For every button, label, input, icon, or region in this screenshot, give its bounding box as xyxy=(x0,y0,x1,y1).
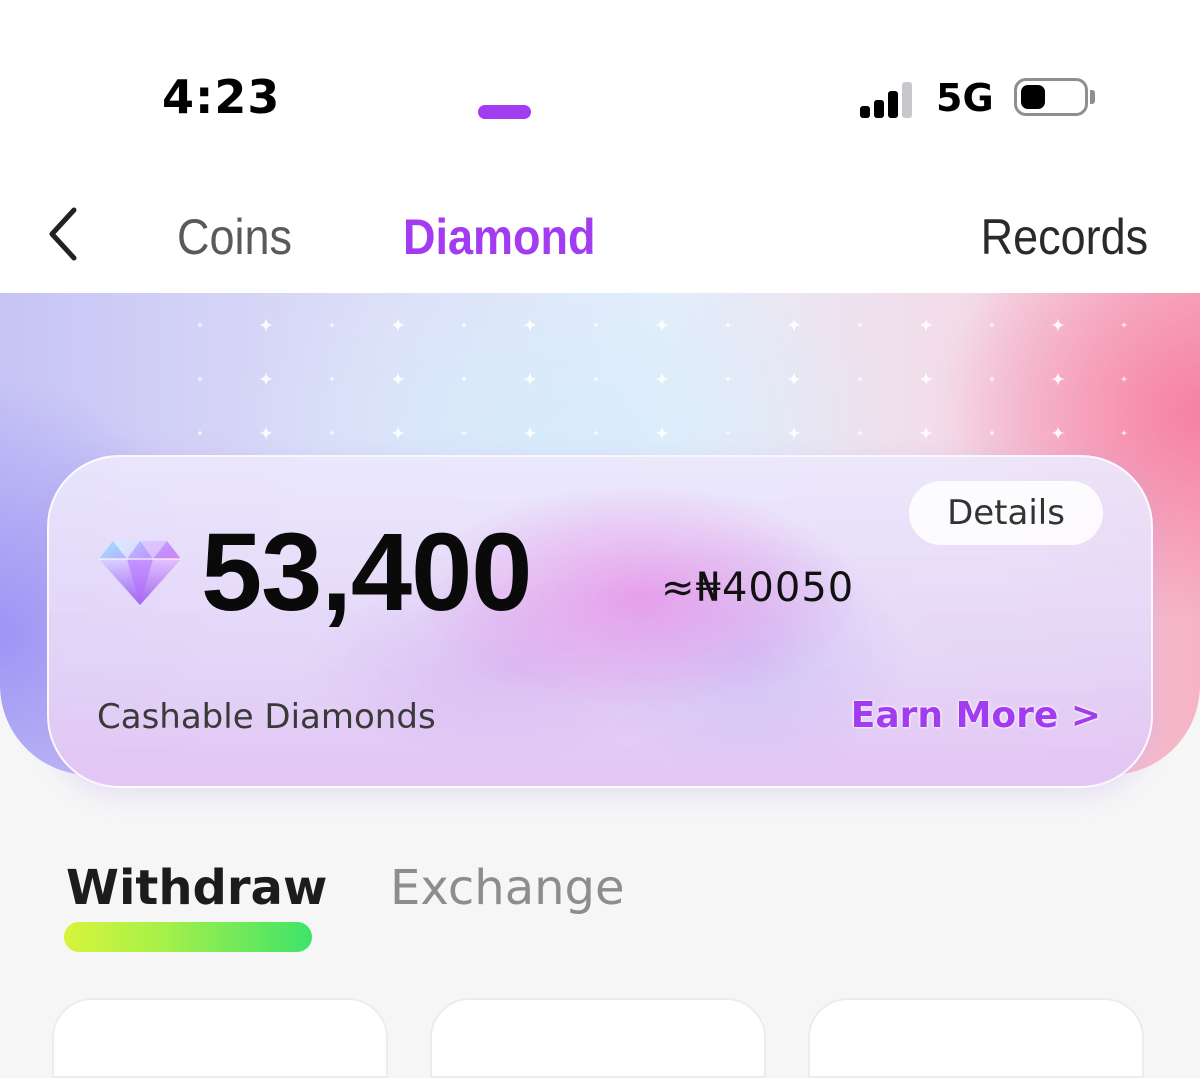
sparkle-icon xyxy=(724,321,732,329)
sparkle-icon xyxy=(918,317,934,333)
sparkle-icon xyxy=(786,425,802,441)
cashable-diamonds-label: Cashable Diamonds xyxy=(97,697,436,737)
sparkle-icon xyxy=(390,317,406,333)
tab-diamond[interactable]: Diamond xyxy=(403,208,596,266)
sparkle-icon xyxy=(460,375,468,383)
sparkle-icon xyxy=(328,429,336,437)
earn-more-link[interactable]: Earn More > xyxy=(851,695,1101,736)
status-bar: 4:23 5G xyxy=(0,0,1200,180)
sparkle-icon xyxy=(592,321,600,329)
sparkle-icon xyxy=(988,375,996,383)
sparkle-icon xyxy=(592,375,600,383)
withdraw-tab-indicator xyxy=(64,922,312,952)
sparkle-icon xyxy=(328,375,336,383)
sparkle-icon xyxy=(1120,321,1128,329)
withdraw-option-card[interactable] xyxy=(430,998,766,1078)
diamond-icon xyxy=(97,537,183,607)
sparkle-icon xyxy=(522,317,538,333)
battery-icon xyxy=(1014,78,1088,116)
diamond-balance: 53,400 xyxy=(201,511,532,634)
sparkle-icon xyxy=(258,425,274,441)
sparkle-icon xyxy=(856,429,864,437)
details-button[interactable]: Details xyxy=(909,481,1103,545)
tab-withdraw[interactable]: Withdraw xyxy=(66,860,327,916)
balance-currency-equivalent: ≈₦40050 xyxy=(661,565,855,611)
sparkle-icon xyxy=(988,429,996,437)
sparkle-icon xyxy=(522,425,538,441)
active-tab-indicator xyxy=(478,105,531,119)
chevron-left-icon[interactable] xyxy=(44,206,84,262)
sparkle-icon xyxy=(258,371,274,387)
records-link[interactable]: Records xyxy=(980,208,1148,266)
sparkle-icon xyxy=(856,321,864,329)
sparkle-icon xyxy=(196,375,204,383)
sparkle-icon xyxy=(522,371,538,387)
sparkle-icon xyxy=(918,371,934,387)
sparkle-icon xyxy=(1050,371,1066,387)
sparkle-icon xyxy=(654,371,670,387)
sparkle-icon xyxy=(390,371,406,387)
sparkle-icon xyxy=(196,321,204,329)
top-navigation: Coins Diamond Records xyxy=(0,180,1200,293)
sparkle-icon xyxy=(390,425,406,441)
sparkle-icon xyxy=(328,321,336,329)
sparkle-icon xyxy=(1120,429,1128,437)
tab-coins[interactable]: Coins xyxy=(177,208,292,266)
sparkle-icon xyxy=(460,429,468,437)
sparkle-icon xyxy=(1050,425,1066,441)
sparkle-pattern xyxy=(196,317,1128,441)
sparkle-icon xyxy=(654,317,670,333)
sparkle-icon xyxy=(988,321,996,329)
signal-strength-icon xyxy=(860,78,920,118)
sparkle-icon xyxy=(724,375,732,383)
withdraw-option-card[interactable] xyxy=(808,998,1144,1078)
network-type-label: 5G xyxy=(936,76,994,120)
sparkle-icon xyxy=(460,321,468,329)
sparkle-icon xyxy=(592,429,600,437)
sparkle-icon xyxy=(1050,317,1066,333)
sparkle-icon xyxy=(786,371,802,387)
sparkle-icon xyxy=(724,429,732,437)
sparkle-icon xyxy=(918,425,934,441)
sparkle-icon xyxy=(654,425,670,441)
status-time: 4:23 xyxy=(162,70,281,124)
tab-exchange[interactable]: Exchange xyxy=(390,860,625,916)
sparkle-icon xyxy=(856,375,864,383)
sparkle-icon xyxy=(1120,375,1128,383)
balance-card: 53,400 ≈₦40050 Details Cashable Diamonds… xyxy=(47,455,1153,788)
sparkle-icon xyxy=(786,317,802,333)
withdraw-option-card[interactable] xyxy=(52,998,388,1078)
sparkle-icon xyxy=(258,317,274,333)
sparkle-icon xyxy=(196,429,204,437)
battery-cap xyxy=(1090,90,1095,104)
